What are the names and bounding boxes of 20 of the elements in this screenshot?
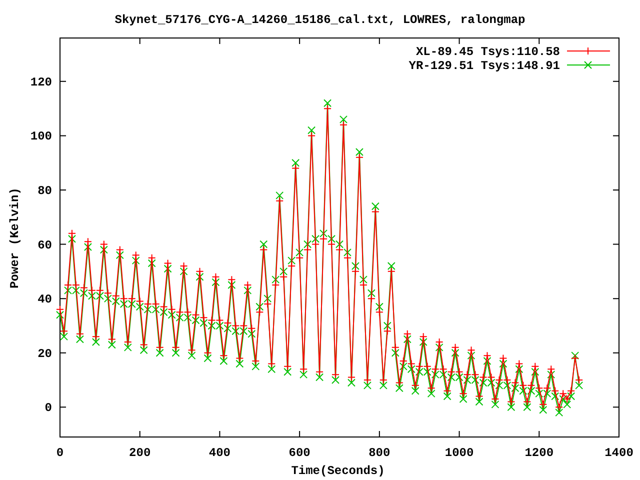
legend-label: XL-89.45 Tsys:110.58 xyxy=(416,45,560,59)
y-tick-label: 100 xyxy=(30,130,52,144)
y-tick-label: 60 xyxy=(38,238,52,252)
x-tick-label: 0 xyxy=(56,446,64,460)
x-tick-label: 400 xyxy=(208,446,231,460)
y-tick-label: 120 xyxy=(30,75,52,90)
x-tick-label: 1000 xyxy=(444,446,474,460)
chart-title: Skynet_57176_CYG-A_14260_15186_cal.txt, LOWRES, ralongmap xyxy=(114,13,526,27)
x-tick-label: 800 xyxy=(368,446,390,460)
x-tick-label: 200 xyxy=(129,446,151,460)
x-tick-label: 600 xyxy=(288,446,310,460)
legend-label: YR-129.51 Tsys:148.91 xyxy=(408,59,560,73)
x-axis-label: Time(Seconds) xyxy=(291,464,385,478)
x-tick-label: 1400 xyxy=(604,446,634,460)
y-axis-label: Power (Kelvin) xyxy=(8,188,22,288)
y-tick-label: 20 xyxy=(38,346,52,361)
y-tick-label: 0 xyxy=(44,401,52,416)
y-tick-label: 40 xyxy=(38,292,52,307)
x-tick-label: 1200 xyxy=(524,446,554,460)
y-tick-label: 80 xyxy=(38,184,52,198)
